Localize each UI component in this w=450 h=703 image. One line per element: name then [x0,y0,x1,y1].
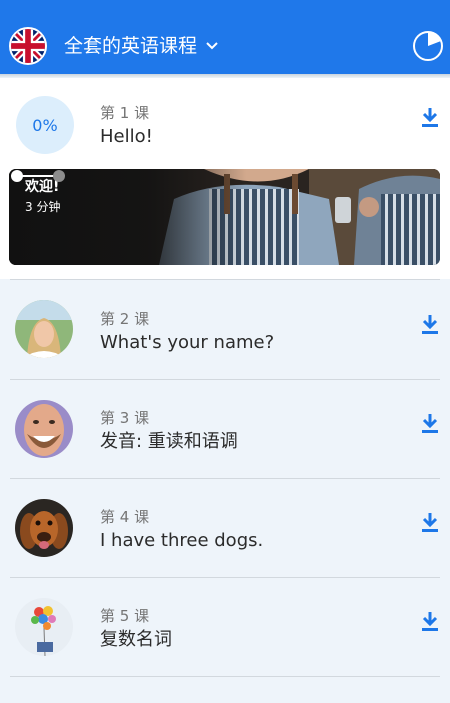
lesson-title: Hello! [100,126,153,147]
lesson-progress-circle: 0% [16,96,74,154]
banner-slide-indicator[interactable] [9,169,65,183]
download-icon[interactable] [420,313,440,337]
top-bar: 全套的英语课程 [0,0,450,74]
lesson-row[interactable]: 第 2 课 What's your name? [0,280,450,379]
lesson-number: 第 4 课 [100,508,150,526]
download-icon[interactable] [420,106,440,130]
dog-avatar [15,499,73,557]
uk-flag-icon[interactable] [9,27,47,65]
current-lesson-card[interactable]: 0% 第 1 课 Hello! 欢迎! 3 分钟 [0,78,450,279]
download-icon[interactable] [420,511,440,535]
download-icon[interactable] [420,610,440,634]
lesson-title: 发音: 重读和语调 [100,431,238,452]
download-icon[interactable] [420,412,440,436]
lesson-title: What's your name? [100,332,275,353]
chevron-down-icon[interactable] [204,38,220,54]
lesson-number: 第 3 课 [100,409,150,427]
girl-portrait-avatar [15,300,73,358]
divider [10,676,440,677]
lesson-row[interactable]: 第 5 课 复数名词 [0,578,450,677]
course-title[interactable]: 全套的英语课程 [64,34,197,58]
lesson-number: 第 2 课 [100,310,150,328]
lesson-number: 第 1 课 [100,104,150,122]
banner-image [9,169,440,265]
progress-pie-icon[interactable] [412,30,444,62]
lesson-title: 复数名词 [100,629,172,650]
banner-duration: 3 分钟 [25,200,61,214]
balloons-avatar [15,598,73,656]
lesson-title: I have three dogs. [100,530,264,551]
lesson-number: 第 5 课 [100,607,150,625]
smiling-man-avatar [15,400,73,458]
lesson-video-banner[interactable]: 欢迎! 3 分钟 [9,169,440,265]
lesson-row[interactable]: 第 4 课 I have three dogs. [0,479,450,578]
lesson-row[interactable]: 第 3 课 发音: 重读和语调 [0,380,450,479]
